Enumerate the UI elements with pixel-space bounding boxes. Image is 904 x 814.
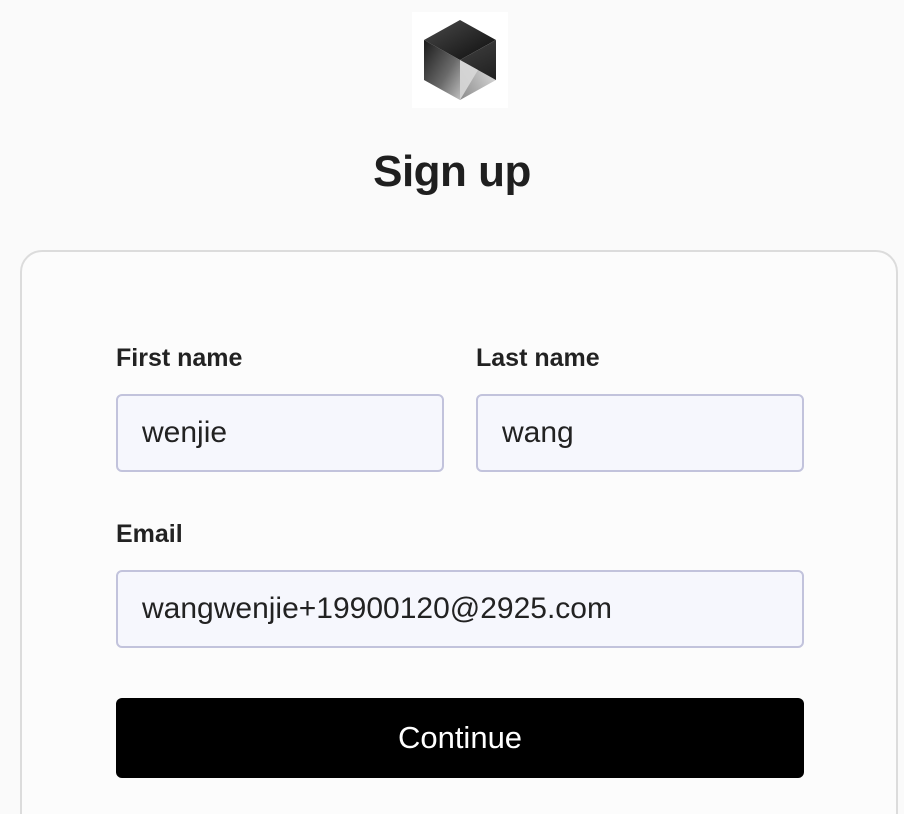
first-name-label: First name xyxy=(116,344,243,372)
page-title: Sign up xyxy=(373,147,531,196)
first-name-value: wenjie xyxy=(142,416,228,449)
continue-button-label: Continue xyxy=(397,720,523,755)
last-name-label: Last name xyxy=(476,344,600,372)
email-value: wangwenjie+19900120@2925.com xyxy=(142,592,612,625)
logo xyxy=(412,12,508,108)
cube-logo-icon xyxy=(424,20,496,100)
continue-button[interactable]: Continue xyxy=(116,698,804,778)
last-name-value: wang xyxy=(502,416,574,449)
signup-page: Sign up First name wenjie Last name wang… xyxy=(0,0,904,814)
last-name-field[interactable]: wang xyxy=(476,394,804,472)
email-field[interactable]: wangwenjie+19900120@2925.com xyxy=(116,570,804,648)
email-label: Email xyxy=(116,520,183,548)
first-name-field[interactable]: wenjie xyxy=(116,394,444,472)
